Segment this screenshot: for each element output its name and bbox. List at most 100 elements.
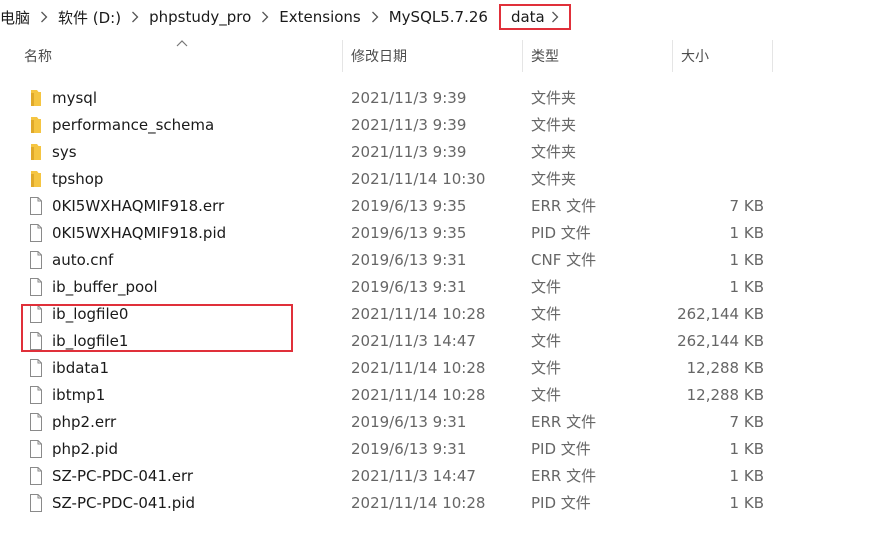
file-name[interactable]: ib_logfile1: [52, 327, 128, 354]
file-name[interactable]: ib_buffer_pool: [52, 273, 158, 300]
file-row[interactable]: ib_logfile1 2021/11/3 14:47 文件 262,144 KB: [0, 327, 880, 354]
column-header-name-label: 名称: [24, 49, 52, 65]
file-list: mysql 2021/11/3 9:39 文件夹 performance_schema…: [0, 84, 880, 516]
file-size: 1 KB: [729, 250, 764, 269]
file-row[interactable]: sys 2021/11/3 9:39 文件夹: [0, 138, 880, 165]
file-type: ERR 文件: [531, 467, 597, 485]
file-name[interactable]: auto.cnf: [52, 246, 113, 273]
file-modified-date: 2021/11/3 9:39: [351, 88, 467, 107]
file-name[interactable]: php2.err: [52, 408, 116, 435]
file-size: [664, 138, 764, 165]
file-explorer-window: 电脑 软件 (D:) phpstudy_pro Extensions MySQL…: [0, 0, 880, 534]
file-size: 1 KB: [729, 439, 764, 458]
file-row[interactable]: ibdata1 2021/11/14 10:28 文件 12,288 KB: [0, 354, 880, 381]
breadcrumb: 电脑 软件 (D:) phpstudy_pro Extensions MySQL…: [0, 0, 880, 34]
breadcrumb-item-mysql[interactable]: MySQL5.7.26: [386, 4, 491, 30]
file-row[interactable]: tpshop 2021/11/14 10:30 文件夹: [0, 165, 880, 192]
column-header-size-label: 大小: [681, 49, 709, 65]
chevron-right-icon[interactable]: [545, 4, 565, 30]
file-name[interactable]: mysql: [52, 84, 97, 111]
file-size: 7 KB: [729, 412, 764, 431]
file-size: [664, 111, 764, 138]
file-name[interactable]: performance_schema: [52, 111, 214, 138]
file-modified-date: 2021/11/3 9:39: [351, 115, 467, 134]
column-header-date[interactable]: 修改日期: [343, 34, 523, 78]
file-modified-date: 2021/11/14 10:28: [351, 493, 486, 512]
chevron-right-icon[interactable]: [124, 4, 146, 30]
column-header-type-label: 类型: [531, 49, 559, 65]
chevron-right-icon[interactable]: [254, 4, 276, 30]
file-type: ERR 文件: [531, 413, 597, 431]
breadcrumb-item-drive[interactable]: 软件 (D:): [55, 4, 124, 30]
file-size: 1 KB: [729, 466, 764, 485]
file-type: 文件夹: [531, 143, 577, 161]
file-type: 文件: [531, 332, 562, 350]
file-row[interactable]: auto.cnf 2019/6/13 9:31 CNF 文件 1 KB: [0, 246, 880, 273]
file-row[interactable]: performance_schema 2021/11/3 9:39 文件夹: [0, 111, 880, 138]
file-modified-date: 2021/11/3 14:47: [351, 331, 476, 350]
file-size: 262,144 KB: [677, 331, 764, 350]
file-row[interactable]: SZ-PC-PDC-041.err 2021/11/3 14:47 ERR 文件 1 …: [0, 462, 880, 489]
file-name[interactable]: php2.pid: [52, 435, 118, 462]
file-name[interactable]: ibdata1: [52, 354, 109, 381]
file-icon: [28, 489, 44, 516]
file-row[interactable]: 0KI5WXHAQMIF918.err 2019/6/13 9:35 ERR 文件 7…: [0, 192, 880, 219]
column-divider[interactable]: [772, 40, 773, 72]
file-type: PID 文件: [531, 440, 591, 458]
file-size: 12,288 KB: [686, 358, 764, 377]
file-row[interactable]: mysql 2021/11/3 9:39 文件夹: [0, 84, 880, 111]
file-name[interactable]: 0KI5WXHAQMIF918.err: [52, 192, 224, 219]
file-modified-date: 2019/6/13 9:35: [351, 196, 467, 215]
chevron-right-icon[interactable]: [33, 4, 55, 30]
file-name[interactable]: SZ-PC-PDC-041.pid: [52, 489, 195, 516]
file-size: [664, 165, 764, 192]
file-row[interactable]: php2.err 2019/6/13 9:31 ERR 文件 7 KB: [0, 408, 880, 435]
breadcrumb-item-current[interactable]: data: [498, 4, 571, 30]
file-modified-date: 2019/6/13 9:35: [351, 223, 467, 242]
file-size: 1 KB: [729, 493, 764, 512]
file-icon: [28, 246, 44, 273]
file-type: ERR 文件: [531, 197, 597, 215]
chevron-right-icon[interactable]: [364, 4, 386, 30]
file-modified-date: 2019/6/13 9:31: [351, 412, 467, 431]
file-modified-date: 2021/11/14 10:28: [351, 358, 486, 377]
column-header-name[interactable]: 名称: [0, 34, 343, 78]
column-header-type[interactable]: 类型: [523, 34, 673, 78]
file-icon: [28, 273, 44, 300]
file-name[interactable]: ibtmp1: [52, 381, 105, 408]
file-row[interactable]: php2.pid 2019/6/13 9:31 PID 文件 1 KB: [0, 435, 880, 462]
file-modified-date: 2021/11/3 9:39: [351, 142, 467, 161]
file-row[interactable]: ib_logfile0 2021/11/14 10:28 文件 262,144 KB: [0, 300, 880, 327]
file-name[interactable]: tpshop: [52, 165, 103, 192]
file-row[interactable]: 0KI5WXHAQMIF918.pid 2019/6/13 9:35 PID 文件 1…: [0, 219, 880, 246]
file-type: 文件夹: [531, 170, 577, 188]
file-icon: [28, 219, 44, 246]
file-icon: [28, 354, 44, 381]
file-type: 文件夹: [531, 116, 577, 134]
column-header-row: 名称 修改日期 类型 大小: [0, 34, 880, 78]
file-icon: [28, 408, 44, 435]
file-row[interactable]: SZ-PC-PDC-041.pid 2021/11/14 10:28 PID 文件 1…: [0, 489, 880, 516]
file-icon: [28, 435, 44, 462]
breadcrumb-item-extensions[interactable]: Extensions: [276, 4, 363, 30]
file-name[interactable]: 0KI5WXHAQMIF918.pid: [52, 219, 226, 246]
file-row[interactable]: ib_buffer_pool 2019/6/13 9:31 文件 1 KB: [0, 273, 880, 300]
breadcrumb-item-computer[interactable]: 电脑: [0, 4, 33, 30]
file-row[interactable]: ibtmp1 2021/11/14 10:28 文件 12,288 KB: [0, 381, 880, 408]
file-size: 262,144 KB: [677, 304, 764, 323]
file-modified-date: 2019/6/13 9:31: [351, 250, 467, 269]
file-size: [664, 84, 764, 111]
file-modified-date: 2021/11/14 10:30: [351, 169, 486, 188]
file-size: 7 KB: [729, 196, 764, 215]
column-header-date-label: 修改日期: [351, 49, 407, 65]
file-name[interactable]: SZ-PC-PDC-041.err: [52, 462, 193, 489]
file-type: 文件: [531, 278, 562, 296]
column-header-size[interactable]: 大小: [673, 34, 773, 78]
file-icon: [28, 381, 44, 408]
file-type: 文件夹: [531, 89, 577, 107]
chevron-right-icon[interactable]: [491, 4, 499, 30]
file-name[interactable]: ib_logfile0: [52, 300, 128, 327]
folder-icon: [28, 84, 44, 111]
file-name[interactable]: sys: [52, 138, 77, 165]
breadcrumb-item-phpstudy[interactable]: phpstudy_pro: [146, 4, 254, 30]
